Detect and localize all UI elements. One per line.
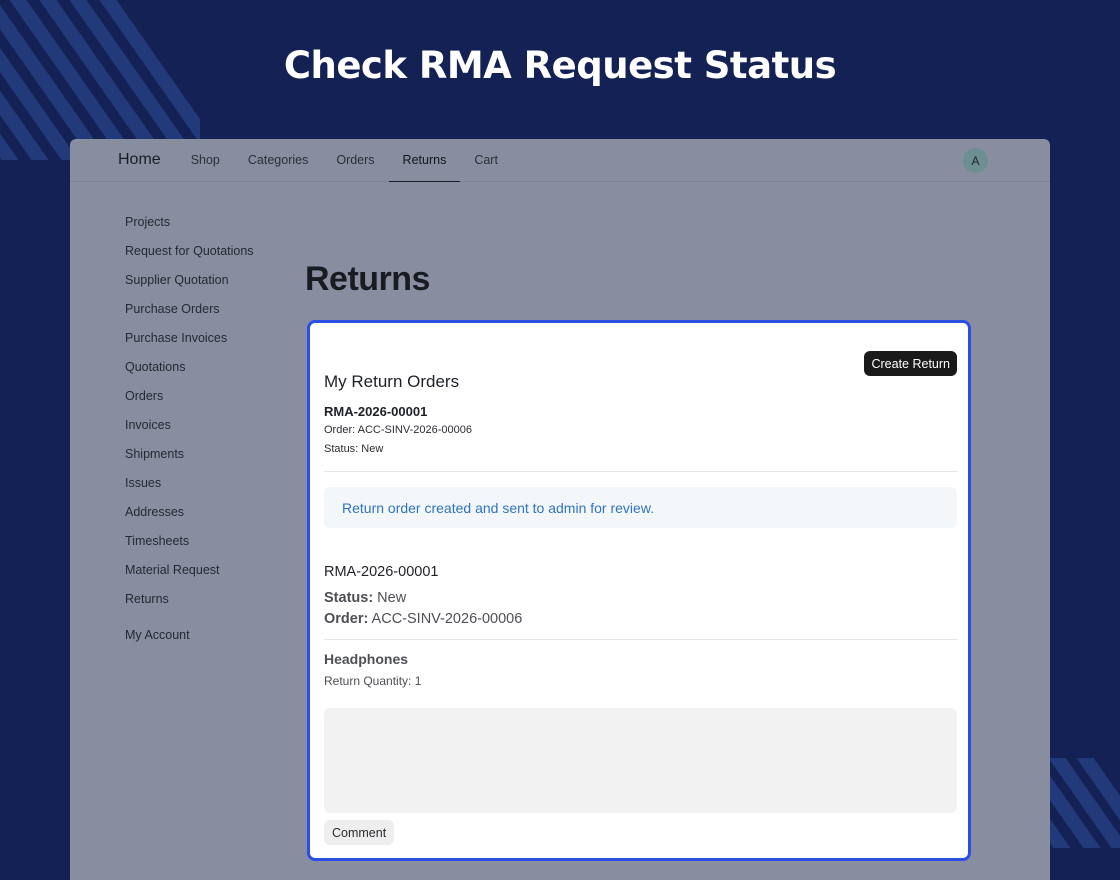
sidebar-item-timesheets[interactable]: Timesheets — [125, 532, 255, 550]
detail-order-value: ACC-SINV-2026-00006 — [368, 611, 523, 627]
sidebar-item-quotations[interactable]: Quotations — [125, 358, 255, 376]
nav-orders-link[interactable]: Orders — [322, 139, 388, 182]
nav-shop-link[interactable]: Shop — [177, 139, 234, 182]
app-window: Home Shop Categories Orders Returns Cart… — [70, 139, 1050, 880]
top-navbar: Home Shop Categories Orders Returns Cart… — [70, 139, 1050, 182]
info-message: Return order created and sent to admin f… — [324, 487, 957, 528]
detail-order: Order: ACC-SINV-2026-00006 — [324, 611, 522, 627]
comment-input[interactable] — [324, 708, 957, 813]
sidebar-item-orders[interactable]: Orders — [125, 387, 255, 405]
sidebar-item-invoices[interactable]: Invoices — [125, 416, 255, 434]
nav-home-link[interactable]: Home — [118, 151, 161, 169]
page-heading: Check RMA Request Status — [283, 44, 837, 87]
main-title: Returns — [305, 260, 430, 298]
sidebar-item-supplier-quotation[interactable]: Supplier Quotation — [125, 271, 255, 289]
comment-button[interactable]: Comment — [324, 820, 395, 845]
sidebar-item-addresses[interactable]: Addresses — [125, 503, 255, 521]
sidebar-item-projects[interactable]: Projects — [125, 213, 255, 231]
return-order-status: Status: New — [324, 443, 384, 455]
nav-returns-link[interactable]: Returns — [388, 139, 461, 182]
detail-status-label: Status: — [324, 590, 374, 606]
sidebar-item-shipments[interactable]: Shipments — [125, 445, 255, 463]
divider — [324, 639, 957, 640]
divider — [324, 471, 957, 472]
nav-categories-link[interactable]: Categories — [234, 139, 322, 182]
detail-status-value: New — [373, 590, 407, 606]
detail-rma-id: RMA-2026-00001 — [324, 564, 439, 580]
return-order-order: Order: ACC-SINV-2026-00006 — [324, 424, 472, 436]
sidebar: Projects Request for Quotations Supplier… — [125, 213, 255, 655]
sidebar-item-purchase-orders[interactable]: Purchase Orders — [125, 300, 255, 318]
section-title: My Return Orders — [324, 372, 460, 391]
sidebar-item-my-account[interactable]: My Account — [125, 626, 255, 644]
sidebar-item-request-for-quotations[interactable]: Request for Quotations — [125, 242, 255, 260]
return-order-id-link[interactable]: RMA-2026-00001 — [324, 404, 427, 419]
sidebar-item-material-request[interactable]: Material Request — [125, 561, 255, 579]
sidebar-item-issues[interactable]: Issues — [125, 474, 255, 492]
returns-card: Create Return My Return Orders RMA-2026-… — [307, 320, 971, 861]
user-avatar[interactable]: A — [963, 148, 988, 173]
sidebar-item-purchase-invoices[interactable]: Purchase Invoices — [125, 329, 255, 347]
create-return-button[interactable]: Create Return — [864, 351, 957, 376]
item-return-quantity: Return Quantity: 1 — [324, 674, 422, 688]
detail-status: Status: New — [324, 590, 406, 606]
detail-order-label: Order: — [324, 611, 369, 627]
nav-cart-link[interactable]: Cart — [460, 139, 512, 182]
item-name: Headphones — [324, 651, 409, 667]
sidebar-item-returns[interactable]: Returns — [125, 590, 255, 608]
decorative-stripes-bottom-right — [1050, 758, 1120, 848]
